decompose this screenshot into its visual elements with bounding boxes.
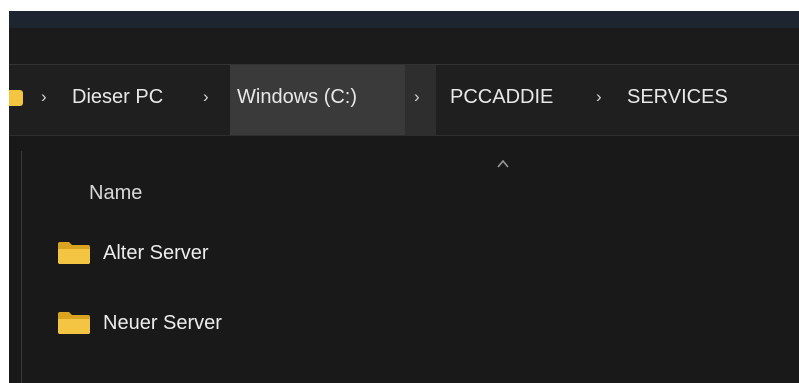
divider xyxy=(9,135,799,136)
navigation-pane-border xyxy=(21,151,22,383)
column-header-name[interactable]: Name xyxy=(89,181,142,205)
file-explorer-window: › Dieser PC › Windows (C:) › PCCADDIE › … xyxy=(9,11,799,383)
file-name: Neuer Server xyxy=(103,312,222,334)
breadcrumb-item-windows-c[interactable]: Windows (C:) xyxy=(237,85,357,109)
breadcrumb-item-services[interactable]: SERVICES xyxy=(627,85,728,109)
breadcrumb-chevron-icon[interactable]: › xyxy=(414,85,420,109)
breadcrumb-chevron-icon[interactable]: › xyxy=(41,85,47,109)
breadcrumb-item-dieser-pc[interactable]: Dieser PC xyxy=(72,85,163,109)
title-bar xyxy=(9,11,799,28)
breadcrumb-chevron-icon[interactable]: › xyxy=(596,85,602,109)
breadcrumb-chevron-icon[interactable]: › xyxy=(203,85,209,109)
list-item[interactable]: Alter Server xyxy=(57,235,477,271)
breadcrumb-item-pccaddie[interactable]: PCCADDIE xyxy=(450,85,553,109)
folder-icon xyxy=(58,312,90,334)
address-bar[interactable]: › Dieser PC › Windows (C:) › PCCADDIE › … xyxy=(9,65,799,135)
list-item[interactable]: Neuer Server xyxy=(57,305,477,341)
chevron-up-icon xyxy=(497,159,509,168)
breadcrumb-separator-highlight xyxy=(405,65,436,135)
command-bar xyxy=(9,28,799,64)
file-name: Alter Server xyxy=(103,242,209,264)
folder-icon[interactable] xyxy=(9,90,23,106)
folder-icon xyxy=(58,242,90,264)
